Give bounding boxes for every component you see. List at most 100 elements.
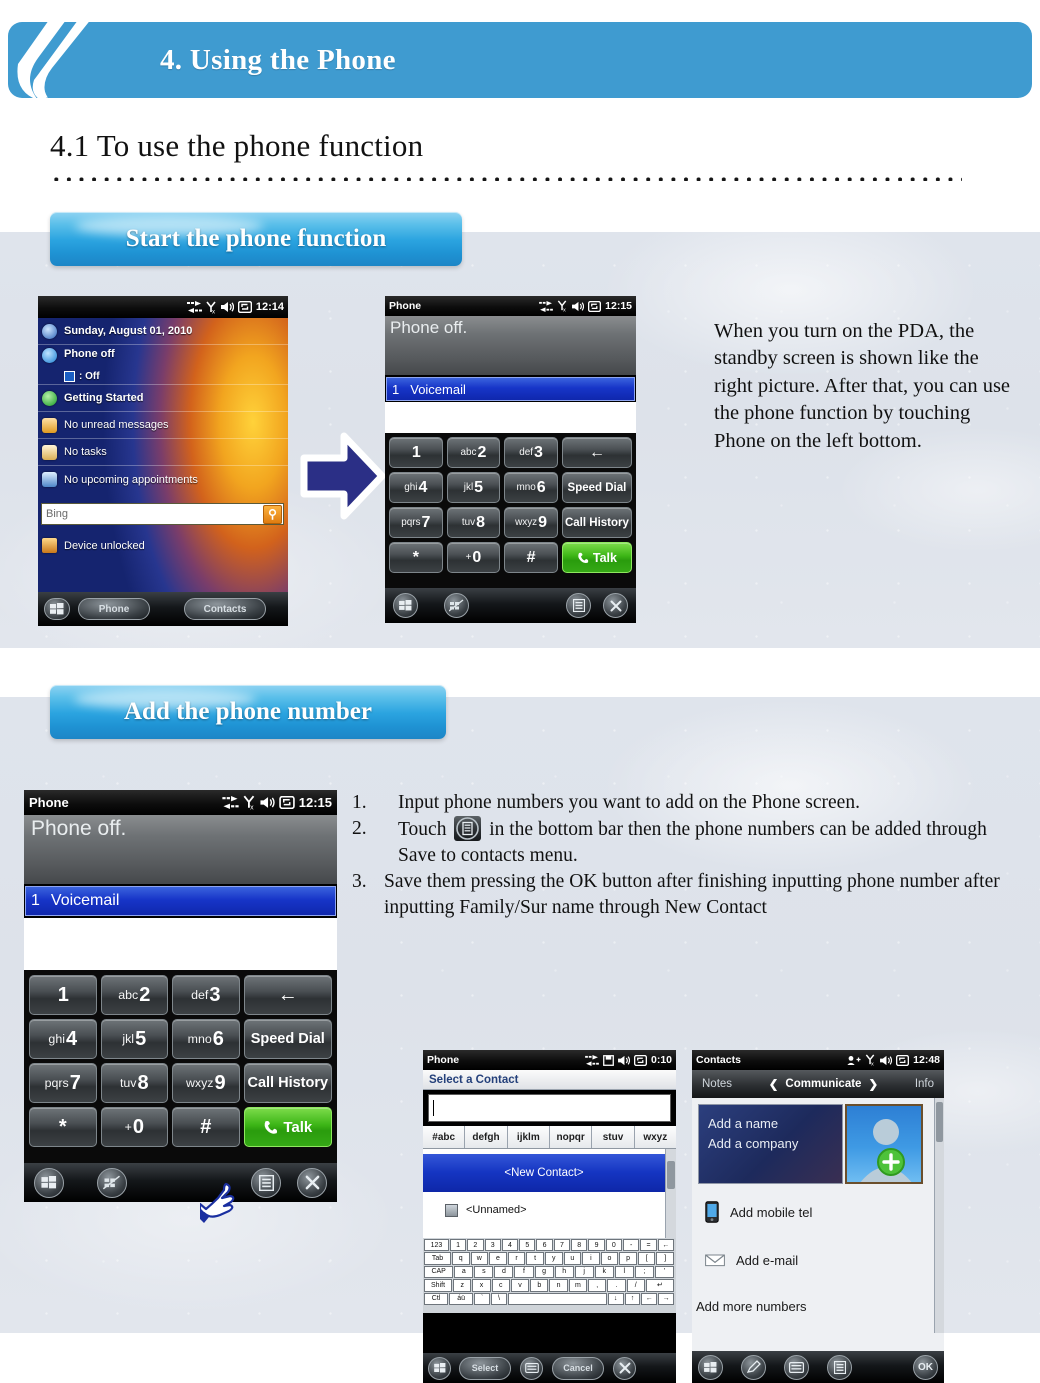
key-1[interactable]: 1 [389, 437, 443, 468]
kb-key-a[interactable]: a [454, 1265, 474, 1279]
key-6[interactable]: mno 6 [172, 1019, 240, 1059]
kb-key-3[interactable]: 3 [484, 1239, 501, 1252]
kb-key-p[interactable]: p [619, 1252, 637, 1265]
key-4[interactable]: ghi 4 [29, 1019, 97, 1059]
search-icon[interactable]: ⚲ [263, 504, 282, 524]
key-hash[interactable]: # [504, 542, 558, 573]
add-contact-photo-icon[interactable] [845, 1104, 923, 1184]
keyboard-icon[interactable] [520, 1356, 543, 1380]
kb-key-space[interactable] [507, 1292, 607, 1305]
kb-key-h[interactable]: h [554, 1265, 574, 1279]
kb-key-0[interactable]: 0 [605, 1239, 623, 1252]
alpha-tab-abc[interactable]: #abc [423, 1126, 466, 1148]
key-talk[interactable]: Talk [561, 542, 633, 573]
tab-communicate[interactable]: ❮ Communicate ❯ [769, 1077, 878, 1091]
kb-key-o[interactable]: o [600, 1252, 619, 1265]
kb-key-w[interactable]: w [470, 1252, 489, 1265]
kb-key-accent[interactable]: áü [449, 1292, 474, 1305]
scrollbar-thumb[interactable] [667, 1161, 675, 1189]
contact-list-scrollbar[interactable] [665, 1149, 676, 1238]
kb-key-f[interactable]: f [514, 1265, 534, 1279]
ok-button[interactable]: OK [913, 1354, 938, 1380]
kb-key-b[interactable]: b [530, 1279, 549, 1292]
key-speed-dial[interactable]: Speed Dial [561, 472, 633, 503]
list-item-add-email[interactable]: Add e-mail [692, 1236, 934, 1284]
key-hash[interactable]: # [172, 1107, 240, 1147]
key-8[interactable]: tuv 8 [446, 507, 501, 538]
chevron-right-icon[interactable]: ❯ [868, 1077, 878, 1091]
key-call-history[interactable]: Call History [561, 507, 633, 538]
kb-key-semicolon[interactable]: ; [634, 1265, 654, 1279]
kb-key-slash[interactable]: / [626, 1279, 645, 1292]
scrollbar-thumb[interactable] [936, 1102, 943, 1142]
keyboard-off-icon[interactable] [444, 593, 469, 618]
alpha-tab-ijklm[interactable]: ijklm [508, 1126, 550, 1148]
kb-key-arrow-up[interactable]: ↑ [624, 1292, 641, 1305]
kb-key-q[interactable]: q [451, 1252, 470, 1265]
unnamed-contact-item[interactable]: <Unnamed> [423, 1198, 665, 1222]
close-icon[interactable] [613, 1356, 636, 1380]
key-3[interactable]: def 3 [172, 975, 240, 1015]
today-row-messages[interactable]: No unread messages [38, 412, 288, 439]
kb-key-x[interactable]: x [472, 1279, 491, 1292]
kb-key-backtick[interactable]: ` [474, 1292, 491, 1305]
windows-start-icon[interactable] [428, 1356, 451, 1380]
key-talk[interactable]: Talk [243, 1107, 333, 1147]
kb-key-backslash[interactable]: \ [491, 1292, 507, 1305]
close-icon[interactable] [297, 1167, 327, 1198]
key-0[interactable]: +0 [100, 1107, 169, 1147]
tab-info[interactable]: Info [915, 1078, 934, 1090]
list-item-add-mobile[interactable]: Add mobile tel [692, 1188, 934, 1236]
kb-key-123[interactable]: 123 [424, 1239, 449, 1252]
kb-key-4[interactable]: 4 [501, 1239, 519, 1252]
today-row-getting-started[interactable]: Getting Started [38, 385, 288, 412]
key-3[interactable]: def 3 [504, 437, 558, 468]
kb-key-tab[interactable]: Tab [424, 1252, 451, 1265]
contact-name-card[interactable]: Add a name Add a company [698, 1104, 843, 1184]
menu-icon[interactable] [566, 593, 591, 618]
kb-key-1[interactable]: 1 [449, 1239, 467, 1252]
softkey-cancel[interactable]: Cancel [552, 1356, 604, 1380]
windows-start-icon[interactable] [44, 598, 70, 620]
key-6[interactable]: mno 6 [504, 472, 558, 503]
tab-notes[interactable]: Notes [702, 1078, 732, 1090]
kb-key-period[interactable]: . [607, 1279, 626, 1292]
key-backspace[interactable]: ← [243, 975, 333, 1015]
kb-key-t[interactable]: t [526, 1252, 544, 1265]
kb-key-s[interactable]: s [474, 1265, 494, 1279]
kb-key-l[interactable]: l [614, 1265, 634, 1279]
windows-start-icon[interactable] [34, 1167, 64, 1198]
close-icon[interactable] [603, 593, 628, 618]
contacts-scrollbar[interactable] [934, 1098, 944, 1333]
today-row-appointments[interactable]: No upcoming appointments [38, 466, 288, 493]
dialer-small-number-display[interactable]: Phone off. [385, 316, 636, 375]
new-contact-item[interactable]: <New Contact> [423, 1154, 665, 1192]
key-speed-dial[interactable]: Speed Dial [243, 1019, 333, 1059]
kb-key-u[interactable]: u [563, 1252, 582, 1265]
kb-key-8[interactable]: 8 [571, 1239, 588, 1252]
kb-key-d[interactable]: d [494, 1265, 514, 1279]
kb-key-minus[interactable]: - [623, 1239, 640, 1252]
key-7[interactable]: pqrs 7 [29, 1063, 97, 1103]
windows-start-icon[interactable] [698, 1354, 723, 1380]
key-backspace[interactable]: ← [561, 437, 633, 468]
kb-key-m[interactable]: m [568, 1279, 588, 1292]
key-call-history[interactable]: Call History [243, 1063, 333, 1103]
kb-key-9[interactable]: 9 [588, 1239, 605, 1252]
kb-key-bracket-left[interactable]: [ [637, 1252, 656, 1265]
kb-key-n[interactable]: n [549, 1279, 568, 1292]
kb-key-e[interactable]: e [489, 1252, 507, 1265]
softkey-contacts[interactable]: Contacts [184, 598, 266, 620]
kb-key-y[interactable]: y [544, 1252, 563, 1265]
menu-icon[interactable] [827, 1354, 852, 1380]
kb-key-i[interactable]: i [582, 1252, 600, 1265]
kb-key-k[interactable]: k [594, 1265, 614, 1279]
edit-icon[interactable] [741, 1354, 766, 1380]
today-row-tasks[interactable]: No tasks [38, 439, 288, 466]
dialer-small-voicemail-row[interactable]: 1 Voicemail [386, 377, 635, 401]
dialer-large-number-display[interactable]: Phone off. [24, 815, 337, 884]
keyboard-off-icon[interactable] [97, 1167, 127, 1198]
kb-key-comma[interactable]: , [588, 1279, 607, 1292]
search-input[interactable] [42, 504, 263, 524]
key-2[interactable]: abc 2 [446, 437, 501, 468]
